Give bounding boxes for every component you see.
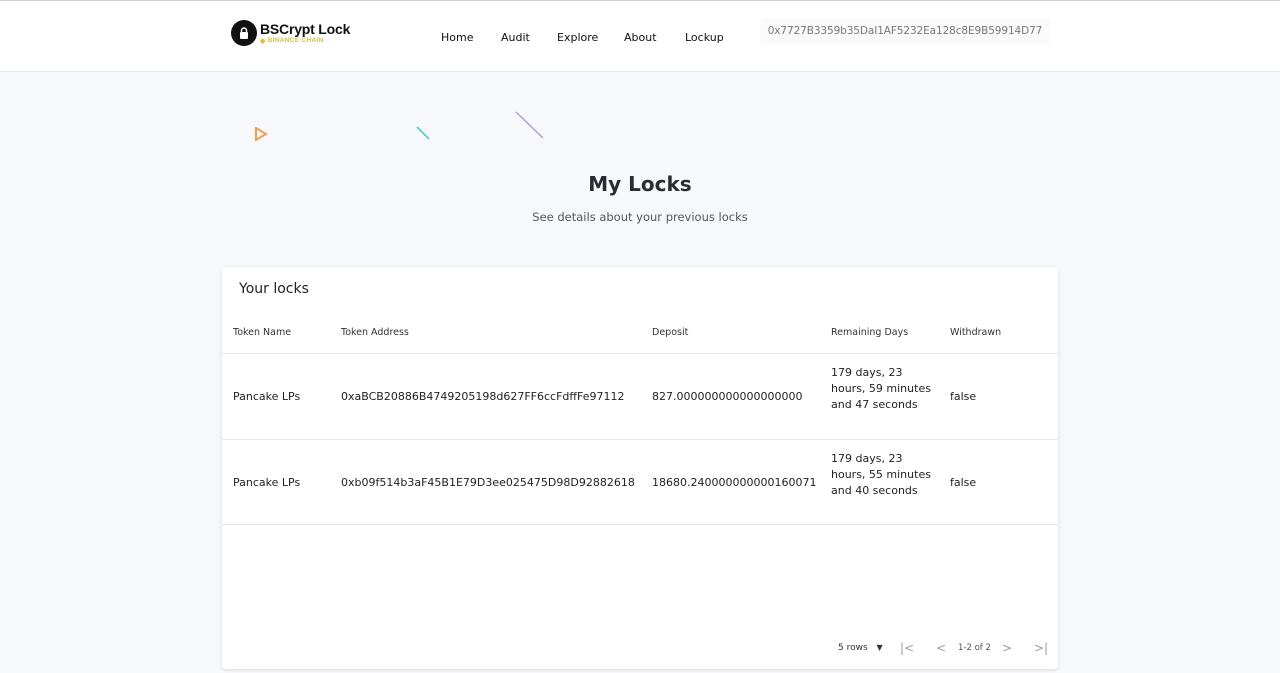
column-header-token-address[interactable]: Token Address: [341, 327, 409, 338]
remaining-days-cell: 179 days, 23 hours, 55 minutes and 40 se…: [831, 452, 931, 497]
brand[interactable]: BSCrypt Lock ◆ BINANCE CHAIN: [231, 20, 350, 46]
rows-per-page-label: 5 rows: [838, 643, 868, 653]
table-row[interactable]: Pancake LPs 0xaBCB20886B4749205198d627FF…: [222, 353, 1058, 439]
triangle-decoration: [255, 127, 268, 141]
prev-page-icon[interactable]: <: [936, 641, 946, 655]
deposit-cell: 18680.240000000000160071: [652, 476, 817, 489]
nav-audit[interactable]: Audit: [501, 31, 530, 44]
token-address-cell: 0xb09f514b3aF45B1E79D3ee025475D98D928826…: [341, 476, 635, 489]
column-header-withdrawn[interactable]: Withdrawn: [950, 327, 1001, 338]
table-title: Your locks: [239, 281, 309, 297]
column-header-deposit[interactable]: Deposit: [652, 327, 688, 338]
rows-per-page-select[interactable]: 5 rows ▼: [838, 643, 883, 653]
token-name-cell: Pancake LPs: [233, 390, 301, 403]
page-info: 1-2 of 2: [958, 643, 991, 653]
column-header-token-name[interactable]: Token Name: [233, 327, 291, 338]
withdrawn-cell: false: [950, 476, 977, 489]
page-subtitle: See details about your previous locks: [532, 210, 748, 224]
brand-subtitle: BINANCE CHAIN: [267, 36, 324, 44]
lock-icon: [231, 20, 257, 46]
wallet-address[interactable]: 0x7727B3359b35DaI1AF5232Ea128c8E9B59914D…: [760, 18, 1050, 44]
withdrawn-cell: false: [950, 390, 977, 403]
nav-explore[interactable]: Explore: [557, 31, 598, 44]
locks-table-card: Your locks Token Name Token Address Depo…: [222, 267, 1058, 669]
column-header-remaining-days[interactable]: Remaining Days: [831, 327, 908, 338]
deposit-cell: 827.000000000000000000: [652, 390, 803, 403]
bnb-icon: ◆: [260, 37, 266, 45]
next-page-icon[interactable]: >: [1002, 641, 1012, 655]
token-name-cell: Pancake LPs: [233, 476, 301, 489]
header: BSCrypt Lock ◆ BINANCE CHAIN Home Audit …: [0, 0, 1280, 72]
purple-line-decoration: [515, 111, 544, 139]
teal-line-decoration: [416, 126, 430, 140]
remaining-days-cell: 179 days, 23 hours, 59 minutes and 47 se…: [831, 366, 931, 411]
first-page-icon[interactable]: |<: [900, 641, 914, 655]
nav-about[interactable]: About: [624, 31, 657, 44]
page-title: My Locks: [588, 172, 692, 196]
chevron-down-icon: ▼: [876, 643, 883, 652]
nav-lockup[interactable]: Lockup: [685, 31, 724, 44]
table-row[interactable]: Pancake LPs 0xb09f514b3aF45B1E79D3ee0254…: [222, 439, 1058, 525]
last-page-icon[interactable]: >|: [1034, 641, 1048, 655]
token-address-cell: 0xaBCB20886B4749205198d627FF6ccFdffFe971…: [341, 390, 625, 403]
brand-title: BSCrypt Lock: [260, 20, 351, 37]
nav-home[interactable]: Home: [441, 31, 473, 44]
